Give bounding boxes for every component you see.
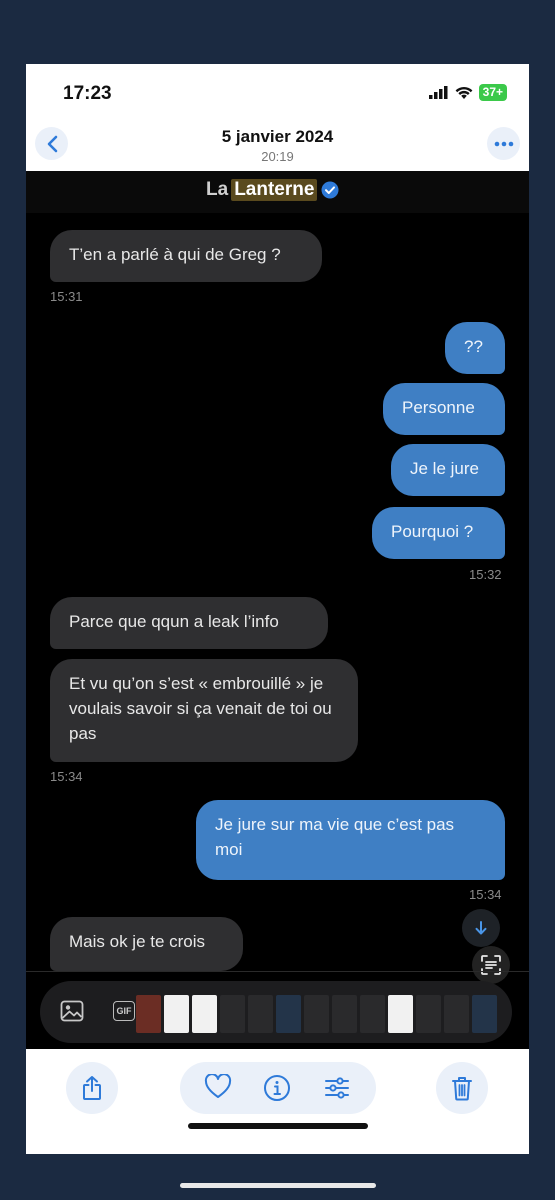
- image-thumbnail[interactable]: [192, 995, 217, 1033]
- status-time: 17:23: [63, 83, 112, 104]
- image-thumbnail[interactable]: [164, 995, 189, 1033]
- image-thumbnail[interactable]: [388, 995, 413, 1033]
- image-thumbnail[interactable]: [332, 995, 357, 1033]
- keyboard-image-suggestions: [136, 995, 497, 1037]
- image-thumbnail[interactable]: [304, 995, 329, 1033]
- chat-screenshot: La Lanterne T’en a parlé à qui de Greg ?…: [26, 171, 529, 1049]
- outer-home-indicator[interactable]: [180, 1183, 376, 1188]
- message-incoming[interactable]: Mais ok je te crois: [50, 917, 243, 971]
- image-thumbnail[interactable]: [472, 995, 497, 1033]
- chat-header: La Lanterne: [26, 171, 529, 213]
- message-incoming[interactable]: Et vu qu’on s’est « embrouillé » je voul…: [50, 659, 358, 762]
- image-thumbnail[interactable]: [248, 995, 273, 1033]
- image-thumbnail[interactable]: [276, 995, 301, 1033]
- phone-screen: 17:23 37+ 5 janvier 2024 20:19 La Lanter…: [26, 64, 529, 1154]
- more-button[interactable]: [487, 127, 520, 160]
- image-thumbnail[interactable]: [444, 995, 469, 1033]
- image-icon[interactable]: [60, 1000, 84, 1022]
- battery-icon: 37+: [478, 84, 507, 101]
- heart-icon[interactable]: [204, 1074, 232, 1100]
- nav-title: 5 janvier 2024: [221, 127, 334, 146]
- photo-actions-group: [180, 1062, 376, 1114]
- info-icon[interactable]: [263, 1074, 291, 1102]
- delete-button[interactable]: [436, 1062, 488, 1114]
- verified-badge-icon: [321, 181, 339, 199]
- share-icon: [83, 1076, 101, 1100]
- contact-name: La Lanterne: [206, 179, 339, 201]
- trash-icon: [452, 1077, 472, 1101]
- message-outgoing[interactable]: Je jure sur ma vie que c’est pas moi: [196, 800, 505, 880]
- ellipsis-icon: [494, 141, 513, 146]
- image-thumbnail[interactable]: [360, 995, 385, 1033]
- photo-toolbar: [26, 1049, 529, 1154]
- message-timestamp: 15:31: [50, 289, 83, 304]
- arrow-down-icon: [475, 921, 487, 935]
- signal-icon: [428, 86, 448, 99]
- photo-nav-bar: 5 janvier 2024 20:19: [26, 119, 529, 171]
- message-timestamp: 15:34: [469, 887, 502, 902]
- nav-subtitle: 20:19: [261, 149, 294, 164]
- live-text-button[interactable]: [472, 946, 510, 984]
- sliders-icon[interactable]: [323, 1074, 351, 1102]
- share-button[interactable]: [66, 1062, 118, 1114]
- home-indicator[interactable]: [188, 1123, 368, 1129]
- message-timestamp: 15:32: [469, 567, 502, 582]
- composer-divider: [26, 971, 529, 972]
- status-bar: 17:23 37+: [26, 64, 529, 119]
- live-text-icon: [481, 955, 501, 975]
- message-incoming[interactable]: Parce que qqun a leak l’info: [50, 597, 328, 649]
- contact-name-part-2: Lanterne: [231, 179, 318, 201]
- image-thumbnail[interactable]: [220, 995, 245, 1033]
- message-outgoing[interactable]: ??: [445, 322, 505, 374]
- message-timestamp: 15:34: [50, 769, 83, 784]
- contact-name-part-1: La: [206, 179, 229, 200]
- message-outgoing[interactable]: Je le jure: [391, 444, 505, 496]
- message-incoming[interactable]: T’en a parlé à qui de Greg ?: [50, 230, 322, 282]
- image-thumbnail[interactable]: [136, 995, 161, 1033]
- scroll-down-button[interactable]: [462, 909, 500, 947]
- wifi-icon: [455, 86, 473, 99]
- message-composer[interactable]: GIF: [40, 981, 512, 1043]
- image-thumbnail[interactable]: [416, 995, 441, 1033]
- message-outgoing[interactable]: Pourquoi ?: [372, 507, 505, 559]
- message-outgoing[interactable]: Personne: [383, 383, 505, 435]
- gif-button[interactable]: GIF: [113, 1001, 135, 1021]
